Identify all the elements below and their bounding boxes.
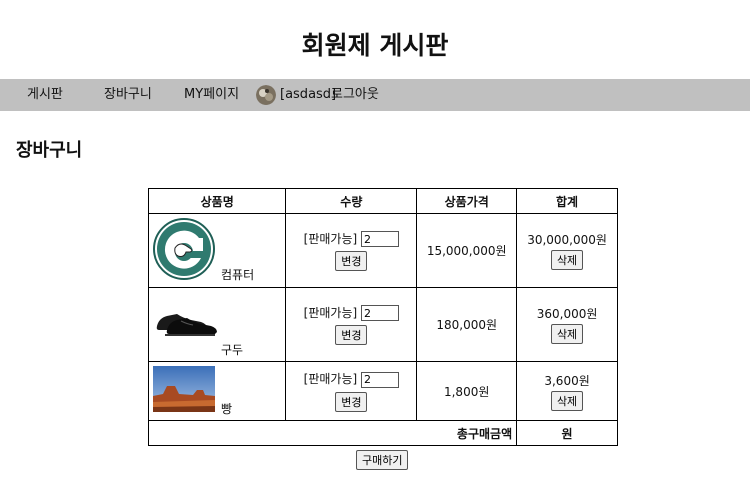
shoes-icon[interactable] [153,304,217,341]
delete-button[interactable]: 삭제 [550,390,584,411]
qty-cell: [판매가능] 변경 [285,287,418,362]
col-header-qty: 수량 [285,188,418,214]
sum-cell: 30,000,000원 삭제 [516,213,618,288]
product-name[interactable]: 구두 [221,341,243,358]
purchase-button[interactable]: 구매하기 [356,450,409,470]
total-row: 총구매금액 원 [147,420,618,446]
nav-board-link[interactable]: 게시판 [27,79,63,111]
qty-input[interactable] [361,305,400,322]
table-row: 빵 [판매가능] 변경 1,800원 3,600원 삭제 [147,361,618,421]
col-header-product: 상품명 [147,188,287,214]
section-title: 장바구니 [16,140,83,161]
sum-value: 3,600원 [544,373,590,388]
delete-button[interactable]: 삭제 [550,324,584,344]
price-cell: 15,000,000원 [416,213,518,288]
qty-input[interactable] [361,231,400,248]
col-header-sum: 합계 [516,188,618,214]
total-value: 원 [516,420,618,446]
nav-username: [asdasd] [280,87,337,102]
qty-status-label: [판매가능] [303,372,358,387]
site-title: 회원제 게시판 [301,31,449,60]
price-cell: 1,800원 [416,361,518,421]
change-button[interactable]: 변경 [335,391,368,412]
cart-table: 상품명 수량 상품가격 합계 컴퓨터 [판매가능] 2 변경 15,000,00… [147,188,618,446]
change-button[interactable]: 변경 [335,325,368,346]
sum-cell: 360,000원 삭제 [516,287,618,362]
total-label: 총구매금액 [147,420,518,446]
price-cell: 180,000원 [416,287,518,362]
nav-cart-link[interactable]: 장바구니 [104,79,152,111]
computer-logo-icon[interactable] [153,218,215,283]
qty-status-label: [판매가능] [303,231,358,246]
qty-cell: [판매가능] 변경 [285,361,418,421]
sum-cell: 3,600원 삭제 [516,361,618,421]
product-name[interactable]: 컴퓨터 [221,266,254,283]
product-cell: 구두 [147,287,287,362]
change-button[interactable]: 변경 [335,251,368,272]
qty-status-label: [판매가능] [303,305,358,320]
qty-cell: [판매가능] 변경 [285,213,418,288]
delete-button[interactable]: 삭제 [550,250,584,270]
qty-input[interactable] [361,371,400,388]
table-row: 구두 [판매가능] 변경 180,000원 360,000원 삭제 [147,287,618,362]
product-name[interactable]: 빵 [221,400,232,417]
table-header-row: 상품명 수량 상품가격 합계 [147,188,618,214]
product-cell: 컴퓨터 [147,213,287,288]
nav-mypage-link[interactable]: MY페이지 [184,79,239,111]
nav-logout-link[interactable]: 로그아웃 [331,79,379,111]
product-cell: 빵 [147,361,287,421]
nav-bar: 게시판 장바구니 MY페이지 [asdasd] 로그아웃 [0,79,750,111]
desert-landscape-icon[interactable] [153,366,215,415]
col-header-price: 상품가격 [416,188,518,214]
sum-value: 30,000,000원 [527,233,607,247]
avatar [256,85,276,105]
table-row: 컴퓨터 [판매가능] 변경 15,000,000원 30,000,000원 삭제 [147,213,618,288]
sum-value: 360,000원 [536,307,598,321]
